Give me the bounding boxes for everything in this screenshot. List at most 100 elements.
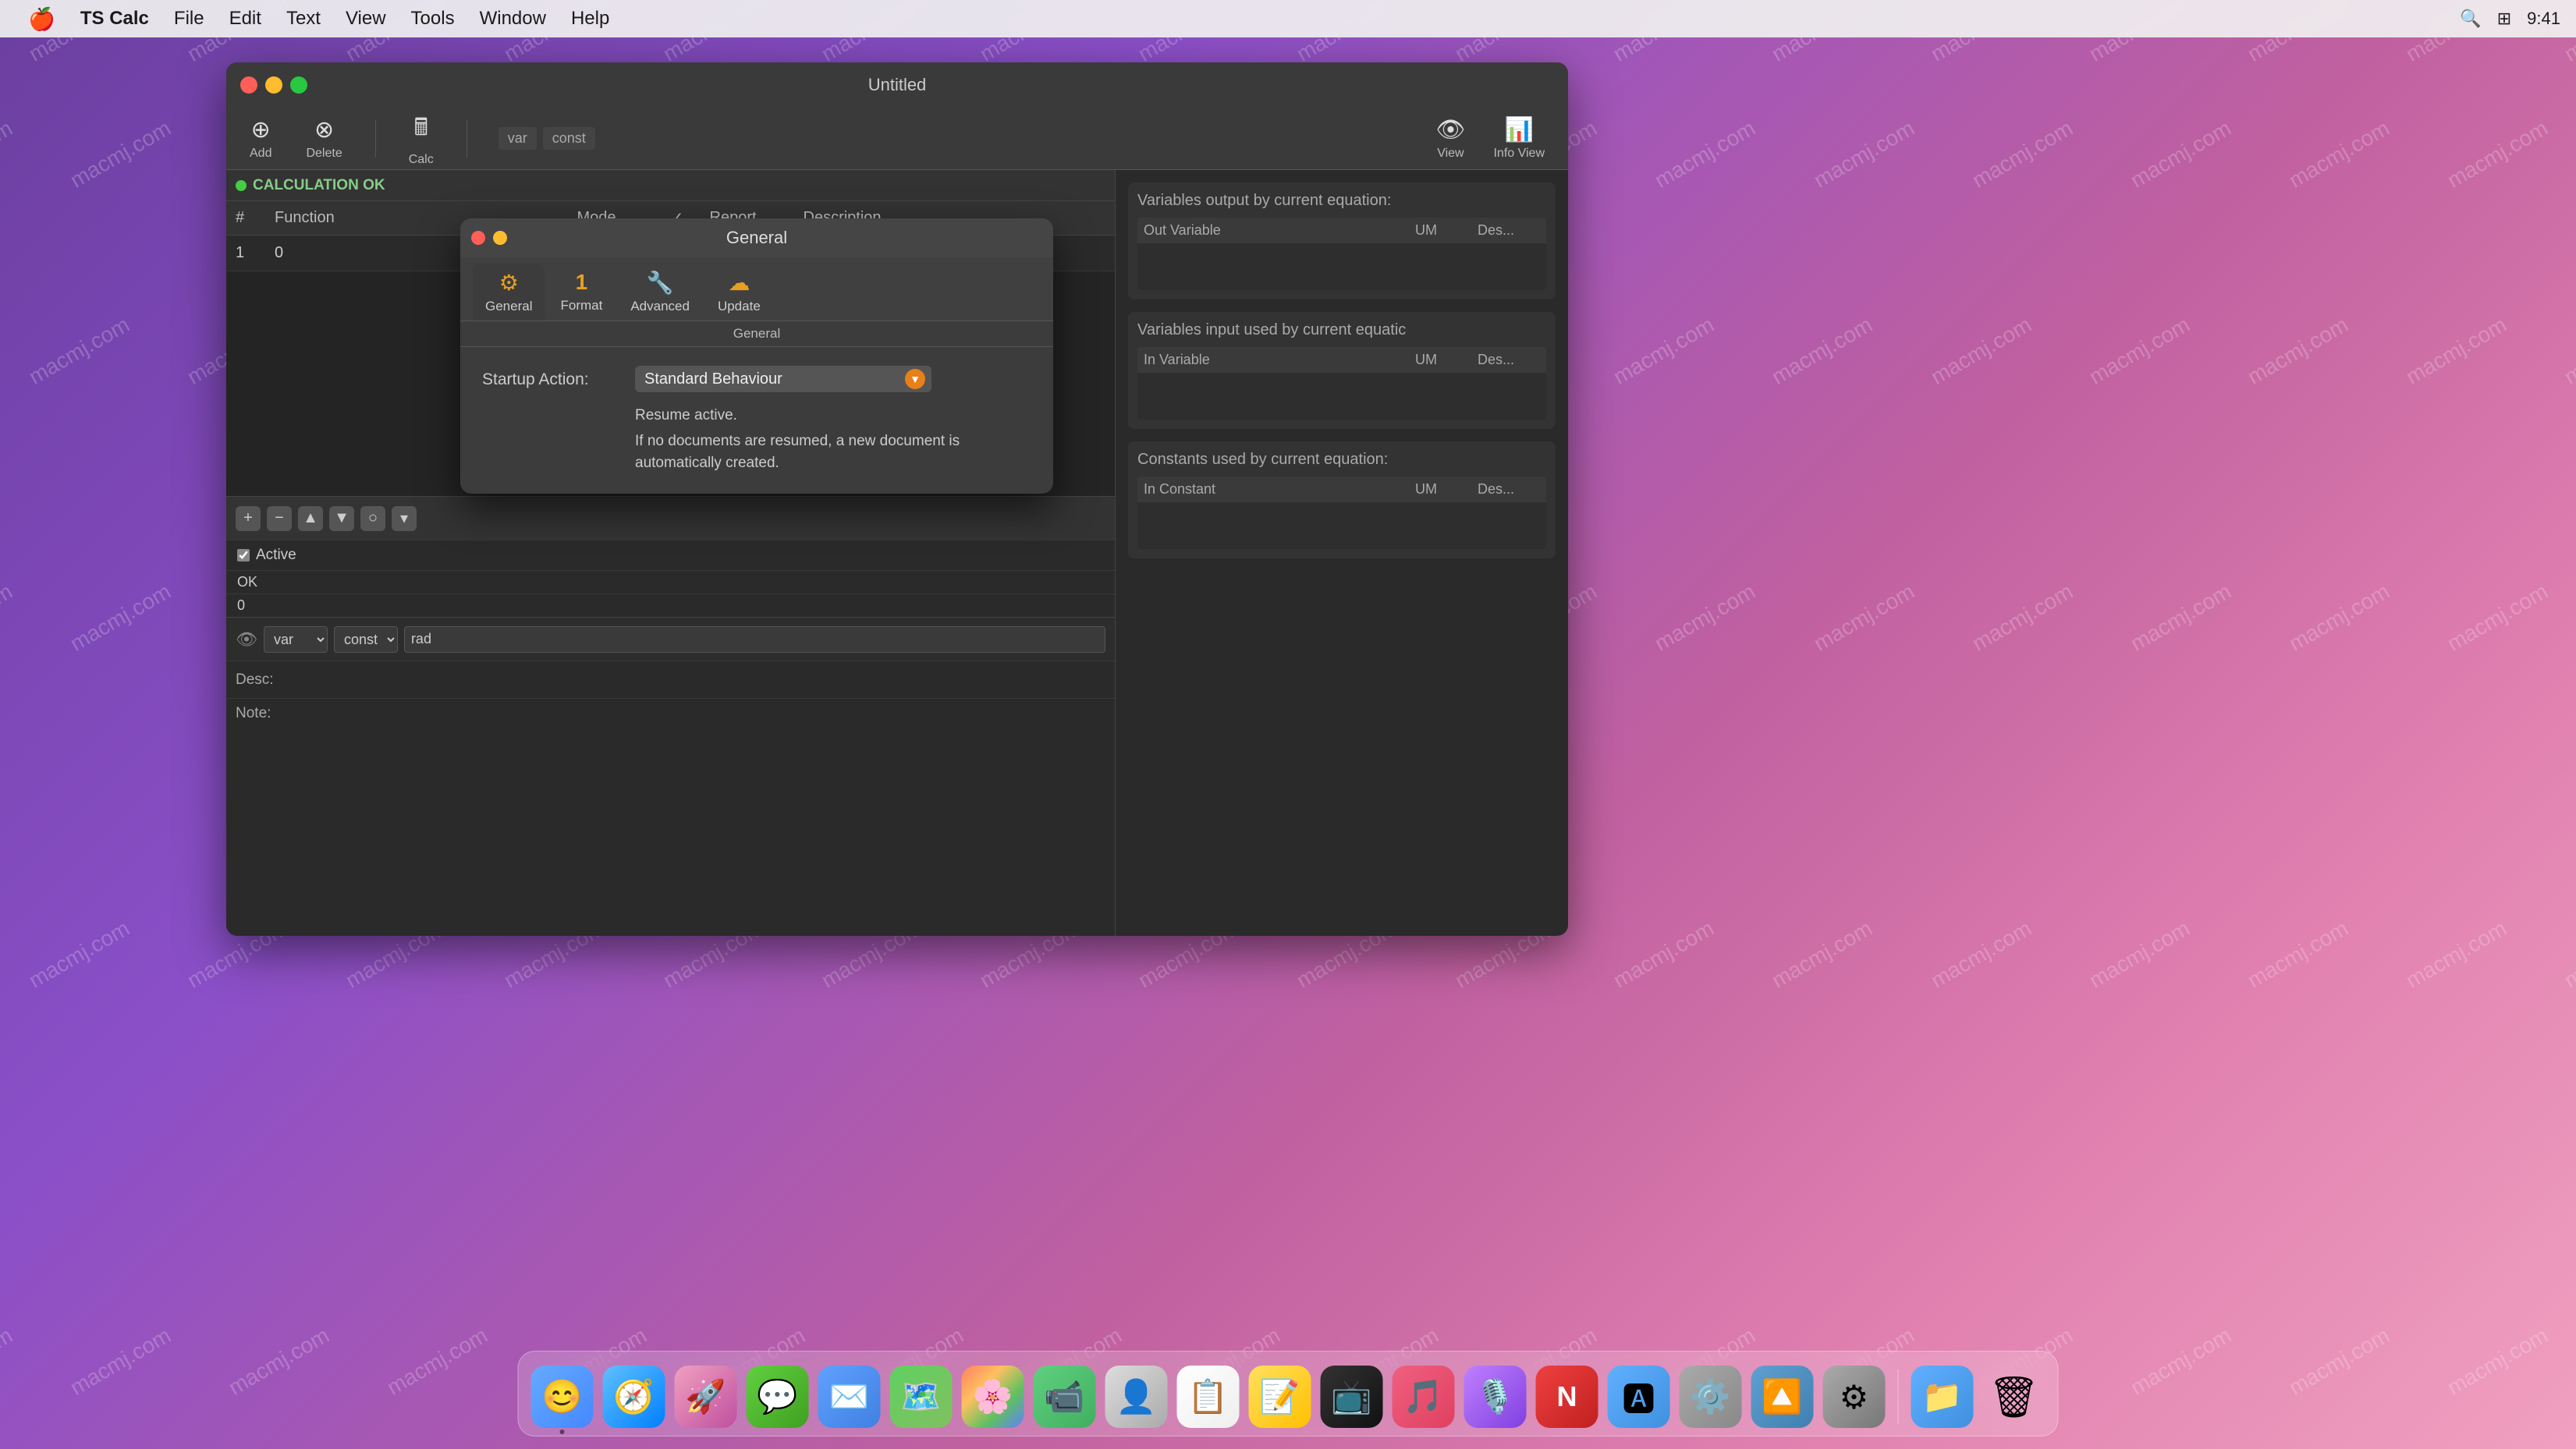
dock-music[interactable]: 🎵 — [1393, 1366, 1455, 1428]
startup-action-field: Startup Action: Standard Behaviour New D… — [482, 366, 1031, 392]
desc-label: Desc: — [236, 671, 298, 689]
dock-launchpad[interactable]: 🚀 — [675, 1366, 737, 1428]
news-icon: N — [1557, 1380, 1577, 1413]
startup-action-label: Startup Action: — [482, 366, 623, 389]
appstore-icon: 🅰 — [1622, 1373, 1655, 1421]
add-label: Add — [250, 147, 271, 161]
dock-systemprefs[interactable]: ⚙️ — [1680, 1366, 1742, 1428]
info-view-button[interactable]: 📊 Info View — [1485, 112, 1552, 165]
menu-edit[interactable]: Edit — [217, 0, 274, 37]
add-row-button[interactable]: + — [236, 506, 261, 531]
menubar-search-icon[interactable]: 🔍 — [2460, 9, 2481, 29]
dock-maps[interactable]: 🗺️ — [890, 1366, 953, 1428]
view-button[interactable]: 👁 View — [1428, 112, 1473, 165]
dock-altimeter[interactable]: 🔼 — [1751, 1366, 1814, 1428]
general-dialog: General ⚙ General 1 Format 🔧 Advanced ☁ … — [460, 218, 1053, 494]
in-um-col: UM — [1415, 352, 1478, 368]
dock-photos[interactable]: 🌸 — [962, 1366, 1024, 1428]
formula-input[interactable] — [404, 626, 1105, 653]
window-close-button[interactable] — [240, 76, 257, 94]
dock-contacts[interactable]: 👤 — [1105, 1366, 1168, 1428]
startup-action-select[interactable]: Standard Behaviour New Document Open Las… — [635, 366, 931, 392]
checkbox-row: Active — [226, 540, 1115, 570]
tab-advanced[interactable]: 🔧 Advanced — [618, 264, 702, 321]
desc-input[interactable] — [298, 671, 1105, 689]
startup-description: Resume active. If no documents are resum… — [635, 405, 1031, 475]
dialog-body: Startup Action: Standard Behaviour New D… — [460, 347, 1053, 494]
const-input[interactable]: const — [543, 127, 595, 150]
menu-window[interactable]: Window — [467, 0, 559, 37]
music-icon: 🎵 — [1403, 1378, 1443, 1416]
delete-button[interactable]: ⊗ Delete — [298, 112, 349, 165]
eye-icon[interactable]: 👁 — [236, 629, 257, 650]
menu-bar-right: 🔍 ⊞ 9:41 — [2460, 9, 2560, 29]
dock-mail[interactable]: ✉️ — [818, 1366, 881, 1428]
window-maximize-button[interactable] — [290, 76, 307, 94]
const-select[interactable]: const — [334, 626, 398, 653]
output-vars-body — [1137, 243, 1546, 290]
dock-files[interactable]: 📁 — [1911, 1366, 1974, 1428]
startup-action-content: Standard Behaviour New Document Open Las… — [635, 366, 1031, 392]
settings2-icon: ⚙ — [1840, 1378, 1869, 1416]
dock-safari[interactable]: 🧭 — [603, 1366, 665, 1428]
update-tab-icon: ☁ — [728, 270, 750, 296]
dialog-minimize-button[interactable] — [493, 231, 507, 245]
finder-dot — [560, 1430, 565, 1434]
toolbar-right: 👁 View 📊 Info View — [1428, 112, 1552, 165]
menu-text[interactable]: Text — [274, 0, 333, 37]
menu-tscalc[interactable]: TS Calc — [68, 0, 161, 37]
dialog-close-button[interactable] — [471, 231, 485, 245]
dock-settings2[interactable]: ⚙ — [1823, 1366, 1886, 1428]
dock-appletv[interactable]: 📺 — [1321, 1366, 1383, 1428]
toolbar-divider-1 — [375, 120, 376, 158]
zero-text: 0 — [237, 597, 245, 613]
note-row: Note: — [226, 698, 1115, 936]
dock: 😊 🧭 🚀 💬 ✉️ 🗺️ 🌸 📹 👤 📋 📝 📺 🎵 🎙️ N — [518, 1351, 2059, 1437]
calc-icon: 🖩 — [414, 110, 428, 150]
menu-tools[interactable]: Tools — [399, 0, 467, 37]
dialog-titlebar: General — [460, 218, 1053, 257]
down-button[interactable]: ▼ — [329, 506, 354, 531]
safari-icon: 🧭 — [613, 1378, 654, 1416]
delete-label: Delete — [306, 147, 342, 161]
dock-finder[interactable]: 😊 — [531, 1366, 594, 1428]
dock-messages[interactable]: 💬 — [747, 1366, 809, 1428]
menu-bar: 🍎 TS Calc File Edit Text View Tools Wind… — [0, 0, 2576, 37]
tab-format[interactable]: 1 Format — [548, 264, 615, 321]
trash-icon: 🗑 — [1988, 1373, 2039, 1421]
dock-appstore[interactable]: 🅰 — [1608, 1366, 1670, 1428]
contacts-icon: 👤 — [1116, 1378, 1156, 1416]
dock-news[interactable]: N — [1536, 1366, 1598, 1428]
cell-num: 1 — [236, 244, 275, 262]
advanced-tab-label: Advanced — [630, 299, 690, 314]
calc-button[interactable]: 🖩 Calc — [401, 105, 442, 172]
tab-general[interactable]: ⚙ General — [473, 264, 545, 321]
menu-file[interactable]: File — [161, 0, 217, 37]
note-textarea[interactable] — [298, 705, 1105, 767]
menubar-control-icon[interactable]: ⊞ — [2497, 9, 2511, 29]
var-input[interactable]: var — [499, 127, 537, 150]
remove-row-button[interactable]: − — [267, 506, 292, 531]
window-minimize-button[interactable] — [265, 76, 282, 94]
dock-notes[interactable]: 📝 — [1249, 1366, 1311, 1428]
dropdown-button[interactable]: ▾ — [392, 506, 417, 531]
var-select[interactable]: var const — [264, 626, 328, 653]
up-button[interactable]: ▲ — [298, 506, 323, 531]
active-checkbox[interactable] — [237, 549, 250, 562]
dock-facetime[interactable]: 📹 — [1034, 1366, 1096, 1428]
dialog-title: General — [726, 228, 787, 248]
active-label: Active — [256, 547, 296, 564]
window-titlebar: Untitled — [226, 62, 1568, 108]
add-button[interactable]: ⊕ Add — [242, 112, 279, 165]
mail-icon: ✉️ — [829, 1378, 869, 1416]
files-icon: 📁 — [1921, 1378, 1962, 1416]
dock-reminders[interactable]: 📋 — [1177, 1366, 1240, 1428]
apple-menu[interactable]: 🍎 — [16, 0, 68, 37]
dock-podcasts[interactable]: 🎙️ — [1464, 1366, 1527, 1428]
launchpad-icon: 🚀 — [685, 1378, 726, 1416]
circle-button[interactable]: ○ — [360, 506, 385, 531]
menu-help[interactable]: Help — [559, 0, 622, 37]
dock-trash[interactable]: 🗑 — [1983, 1366, 2046, 1428]
menu-view[interactable]: View — [333, 0, 399, 37]
tab-update[interactable]: ☁ Update — [705, 264, 773, 321]
